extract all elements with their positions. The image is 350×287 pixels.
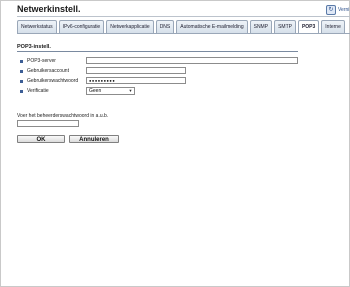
form-row-verification: Verificatie [20,86,87,96]
verification-select[interactable]: Geen ▼ [86,87,135,95]
admin-password-label: Voer het beheerderswachtwoord in a.u.b. [17,113,109,119]
field-label: Gebruikerswachtwoord [27,78,79,84]
verification-select-value: Geen [89,88,102,94]
header-divider [17,16,350,17]
tab-ipv6-configuratie[interactable]: IPv6-configuratie [58,20,105,34]
ok-button[interactable]: OK [17,135,65,143]
user-account-input[interactable] [86,67,186,74]
bullet-icon [20,69,23,73]
pop3-server-input[interactable] [86,57,298,64]
form-row-user-account: Gebruikersaccount [20,66,87,76]
field-label: Verificatie [27,88,49,94]
tab-netwerkstatus[interactable]: Netwerkstatus [17,20,57,34]
form-row-user-password: Gebruikerswachtwoord [20,76,87,86]
top-right-button-label: Verni [338,7,350,13]
bullet-icon [20,89,23,93]
refresh-icon: ↻ [326,5,336,15]
tab-bar: Netwerkstatus IPv6-configuratie Netwerka… [17,20,345,34]
cancel-button[interactable]: Annuleren [69,135,119,143]
admin-password-input[interactable] [17,120,79,127]
chevron-down-icon: ▼ [128,88,133,93]
page-title: Netwerkinstell. [17,4,81,14]
user-password-input[interactable]: ●●●●●●●●● [86,77,186,84]
bullet-icon [20,59,23,63]
section-title: POP3-instell. [17,44,51,50]
tab-dns[interactable]: DNS [155,20,175,34]
tab-interne[interactable]: Interne [321,20,345,34]
section-divider [17,51,298,52]
form-row-pop3-server: POP3-server [20,56,87,66]
tab-netwerkapplicatie[interactable]: Netwerkapplicatie [106,20,154,34]
field-label: POP3-server [27,58,56,64]
tab-smtp[interactable]: SMTP [274,20,296,34]
tab-pop3[interactable]: POP3 [297,20,320,34]
tab-snmp[interactable]: SNMP [249,20,273,34]
top-right-button[interactable]: ↻ Verni [326,5,350,15]
tab-automatische-e-mailmelding[interactable]: Automatische E-mailmelding [176,20,248,34]
tab-bar-baseline [17,33,350,34]
bullet-icon [20,79,23,83]
field-label: Gebruikersaccount [27,68,69,74]
window-frame [0,0,350,287]
